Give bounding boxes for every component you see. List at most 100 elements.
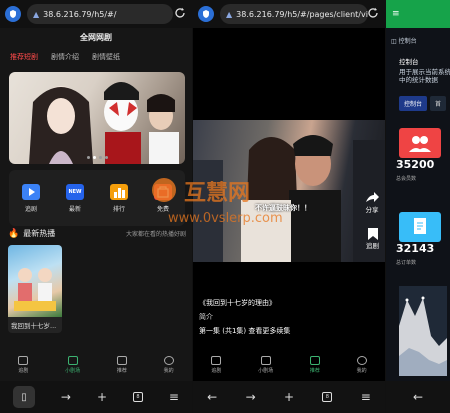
phone-icon[interactable]: ▯ [12, 386, 35, 408]
bottom-tab-label: 推荐 [116, 368, 127, 374]
area-chart [399, 296, 447, 376]
quick-item-new[interactable]: NEW 最新 [66, 183, 84, 213]
bookmark-icon [309, 356, 320, 365]
intro-label[interactable]: 简介 [199, 312, 213, 322]
tab-plot[interactable]: 剧情介绍 [51, 52, 79, 62]
tab-home[interactable]: 首 [430, 96, 447, 111]
fire-icon: 🔥 [8, 228, 20, 239]
bottom-tab-mine[interactable]: 我的 [163, 356, 174, 378]
quick-item-ranking[interactable]: 排行 [110, 183, 128, 213]
add-tab-icon[interactable]: + [284, 390, 294, 404]
stat-orders-label: 总订单数 [396, 260, 417, 266]
tv-icon [211, 356, 222, 365]
hot-label: 最新热播 [23, 229, 56, 238]
carousel-dots [87, 156, 108, 159]
document-icon [414, 218, 426, 234]
bottom-tab-recommend[interactable]: 推荐 [116, 356, 127, 378]
tab-wallpaper[interactable]: 剧情壁纸 [92, 52, 120, 62]
admin-tabs: 控制台 首 [399, 96, 447, 111]
page-heading: 控制台 [399, 58, 419, 66]
quick-label: 排行 [112, 205, 125, 213]
drama-poster [8, 245, 62, 317]
reload-icon[interactable] [367, 7, 379, 19]
watermark: 互慧网 www.0vslerp.com [152, 178, 283, 226]
quick-item-follow[interactable]: 追剧 [22, 183, 40, 213]
bottom-tab-label: 追剧 [18, 368, 29, 374]
browser-nav-bar: ← [386, 381, 450, 413]
stat-members-value: 35200 [396, 158, 435, 171]
dashboard-icon: ◫ [391, 38, 397, 45]
bottom-tab-label: 推荐 [309, 368, 320, 374]
menu-icon[interactable]: ≡ [392, 9, 400, 19]
tab-recommend[interactable]: 推荐短剧 [10, 52, 38, 62]
bottom-tab-label: 小剧场 [65, 368, 81, 374]
new-icon: NEW [66, 183, 84, 200]
quick-label: 追剧 [24, 205, 37, 213]
menu-icon[interactable]: ≡ [361, 390, 371, 404]
bottom-tab-follow[interactable]: 追剧 [18, 356, 28, 378]
bottom-tab-label: 小剧场 [258, 368, 274, 374]
bookmark-label: 追剧 [366, 242, 379, 250]
warning-icon: ▲ [226, 9, 233, 19]
members-card-icon [399, 128, 441, 158]
page-title: 全网网剧 [80, 33, 112, 42]
page-description: 用于展示当前系统中的统计数据 [399, 68, 450, 84]
orders-card-icon [399, 212, 441, 242]
back-icon[interactable]: ← [413, 390, 423, 404]
back-icon[interactable]: ← [207, 390, 217, 404]
stat-orders-value: 32143 [396, 242, 435, 255]
watermark-sub: www.0vslerp.com [168, 211, 283, 226]
tab-dashboard[interactable]: 控制台 [399, 96, 428, 111]
url-text: 38.6.216.79/h5/#/pages/client/video [236, 9, 368, 19]
user-icon [163, 356, 174, 365]
play-icon [22, 183, 40, 200]
quick-label: 最新 [68, 205, 81, 213]
category-tabs: 推荐短剧 剧情介绍 剧情壁纸 [10, 52, 120, 62]
episode-info[interactable]: 第一集 (共1集) 查看更多续集 [199, 326, 290, 336]
bottom-tab-theater[interactable]: 小剧场 [65, 356, 80, 378]
breadcrumb-label[interactable]: 控制台 [399, 38, 417, 45]
browser-shield-icon[interactable] [5, 6, 21, 22]
stats-chart [399, 286, 447, 376]
tabs-icon[interactable]: 8 [322, 392, 333, 402]
address-bar: ▲ 38.6.216.79/h5/#/ [0, 0, 192, 28]
url-field[interactable]: ▲ 38.6.216.79/h5/#/ [27, 4, 173, 24]
forward-icon[interactable]: → [246, 390, 256, 404]
banner-carousel[interactable] [9, 72, 185, 164]
drama-card[interactable]: 我回到十七岁... [8, 245, 62, 333]
bottom-tab-mine[interactable]: 我的 [356, 356, 367, 378]
browser-nav-bar: ▯ → + 8 ≡ [0, 381, 192, 413]
tv-icon [18, 356, 29, 365]
address-bar: ▲ 38.6.216.79/h5/#/pages/client/video [193, 0, 385, 28]
bottom-tab-follow[interactable]: 追剧 [211, 356, 221, 378]
bottom-tab-label: 我的 [356, 368, 367, 374]
menu-icon[interactable]: ≡ [169, 390, 179, 404]
bottom-tab-bar: 追剧 小剧场 推荐 我的 [193, 356, 385, 378]
browser-nav-bar: ← → + 8 ≡ [193, 381, 385, 413]
phone-admin: ≡ ◫ 控制台 控制台 用于展示当前系统中的统计数据 控制台 首 35200 总… [386, 0, 450, 413]
breadcrumb: ◫ 控制台 [391, 36, 417, 45]
forward-icon[interactable]: → [61, 390, 71, 404]
bottom-tab-recommend[interactable]: 推荐 [309, 356, 320, 378]
users-icon [409, 136, 431, 152]
banner-image [29, 82, 179, 164]
bottom-tab-label: 追剧 [211, 368, 222, 374]
bottom-tab-label: 我的 [163, 368, 174, 374]
bottom-tab-bar: 追剧 小剧场 推荐 我的 [0, 356, 192, 378]
ranking-icon [110, 183, 128, 200]
stat-members-label: 总会员数 [396, 176, 417, 182]
tabs-icon[interactable]: 8 [132, 392, 143, 402]
bookmark-icon [116, 356, 127, 365]
warning-icon: ▲ [33, 9, 40, 19]
watermark-text: 互慧网 [184, 181, 250, 206]
url-field[interactable]: ▲ 38.6.216.79/h5/#/pages/client/video [220, 4, 368, 24]
url-text: 38.6.216.79/h5/#/ [43, 9, 117, 19]
user-icon [356, 356, 367, 365]
admin-header: ≡ [386, 0, 450, 28]
play-icon [67, 356, 78, 365]
add-tab-icon[interactable]: + [97, 390, 107, 404]
play-icon [260, 356, 271, 365]
browser-shield-icon[interactable] [198, 6, 214, 22]
bottom-tab-theater[interactable]: 小剧场 [258, 356, 273, 378]
reload-icon[interactable] [174, 7, 186, 19]
